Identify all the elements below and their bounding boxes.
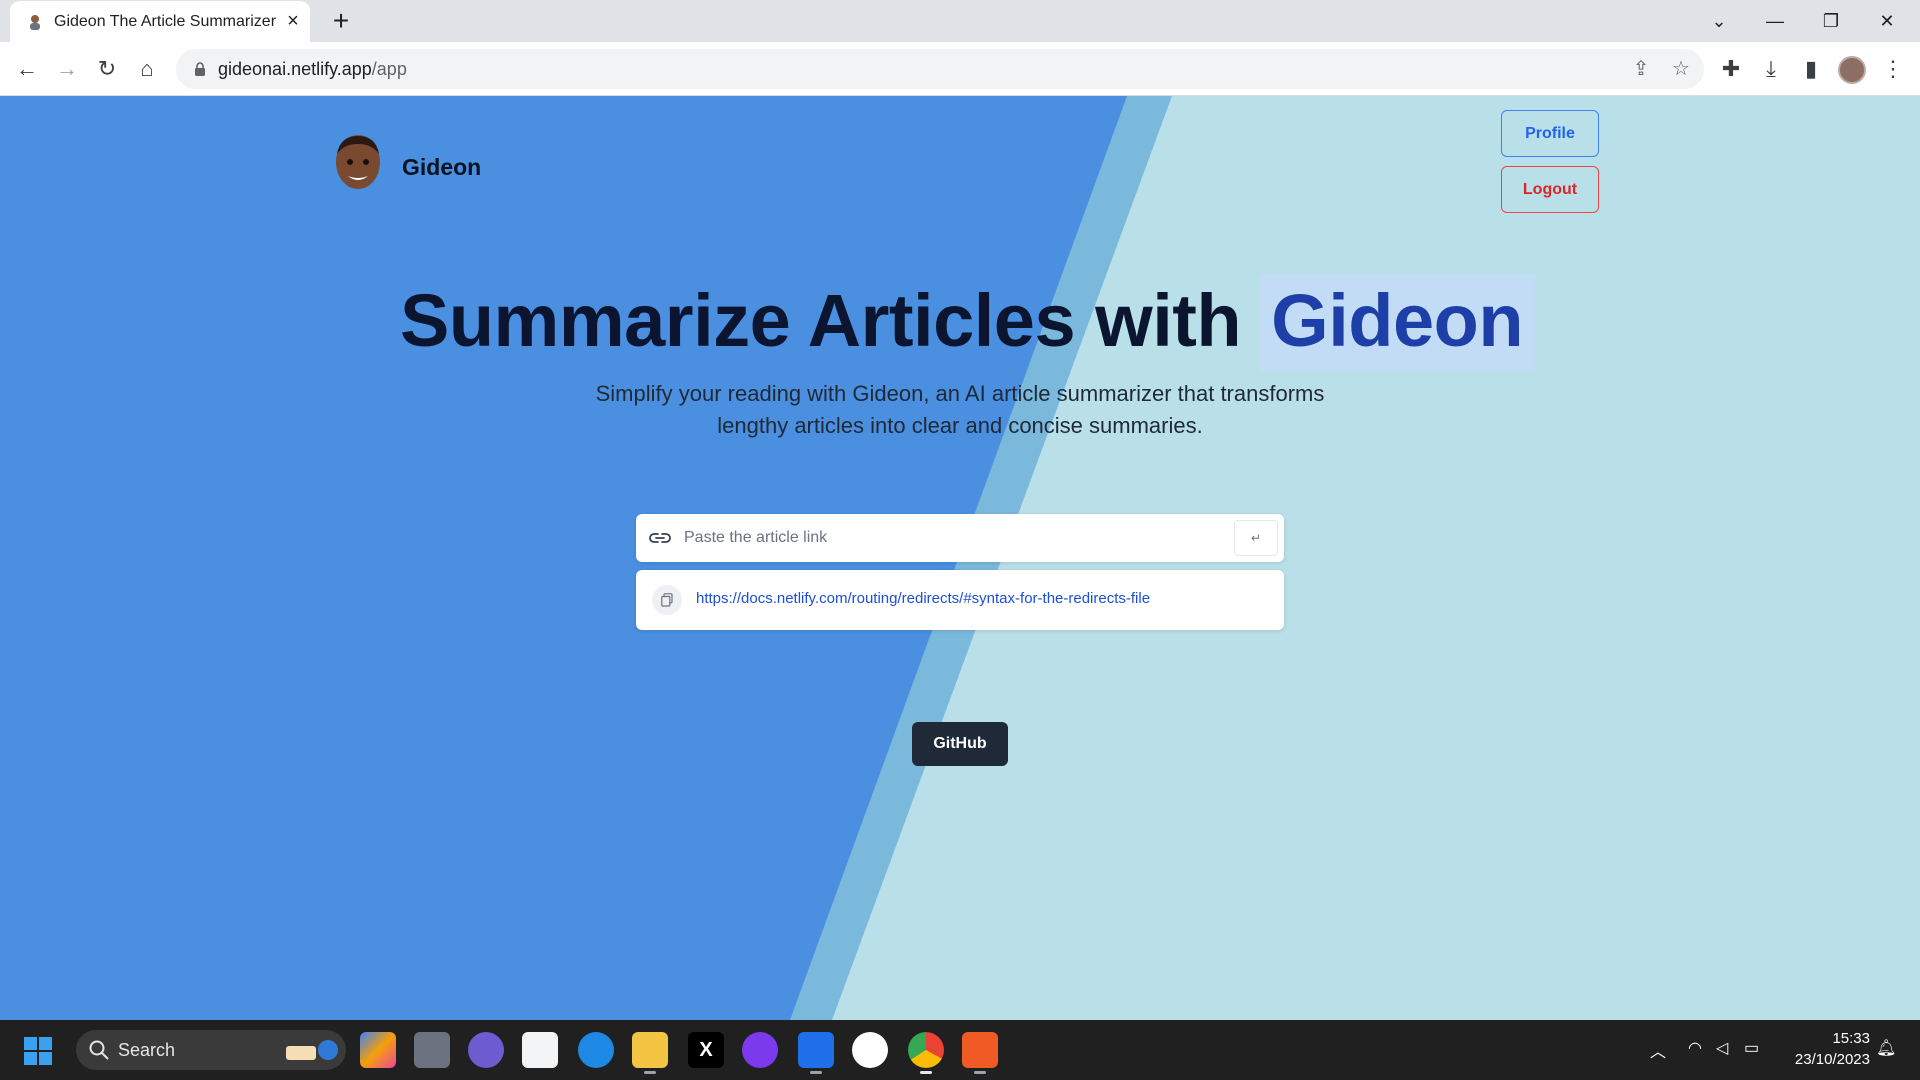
new-tab-button[interactable]: + — [325, 6, 357, 38]
tab-title: Gideon The Article Summarizer — [54, 13, 277, 30]
share-icon[interactable]: ⇪ — [1626, 54, 1656, 84]
wifi-icon[interactable]: ◠ — [1688, 1038, 1702, 1058]
back-arrow-icon[interactable]: ← — [12, 54, 42, 84]
clock-time: 15:33 — [1832, 1030, 1870, 1047]
hero-title-highlight: Gideon — [1259, 274, 1536, 371]
subtitle-line-2: lengthy articles into clear and concise … — [717, 413, 1203, 438]
copilot-icon[interactable] — [360, 1032, 396, 1068]
github-button[interactable]: GitHub — [912, 722, 1008, 766]
hero-subtitle: Simplify your reading with Gideon, an AI… — [560, 378, 1360, 442]
search-icon — [89, 1040, 109, 1060]
copy-icon — [661, 593, 673, 607]
brave-icon[interactable] — [962, 1032, 998, 1074]
volume-icon[interactable]: ◁ — [1716, 1038, 1728, 1058]
taskbar-search-label: Search — [118, 1040, 176, 1060]
profile-button[interactable]: Profile — [1501, 110, 1599, 157]
history-url[interactable]: https://docs.netlify.com/routing/redirec… — [696, 590, 1150, 607]
side-panel-icon[interactable]: ▮ — [1796, 54, 1826, 84]
browser-toolbar: ← → ↻ ⌂ gideonai.netlify.app/app ⇪ ☆ ✚ ⤓… — [0, 42, 1920, 96]
windows-taskbar: Search X ︿ ◠ ◁ ▭ 15:33 23/10/2023 🔔︎ — [0, 1020, 1920, 1080]
history-item[interactable]: https://docs.netlify.com/routing/redirec… — [636, 570, 1284, 630]
url-path: /app — [371, 59, 407, 79]
edge-icon[interactable] — [578, 1032, 614, 1068]
running-indicator — [644, 1071, 656, 1074]
browser-tab-bar: Gideon The Article Summarizer × + ⌄ — ❐ … — [0, 0, 1920, 42]
forward-arrow-icon[interactable]: → — [52, 54, 82, 84]
battery-icon[interactable]: ▭ — [1744, 1038, 1759, 1058]
logout-button[interactable]: Logout — [1501, 166, 1599, 213]
running-indicator — [974, 1071, 986, 1074]
close-window-icon[interactable]: ✕ — [1864, 6, 1910, 36]
lock-icon — [195, 62, 205, 76]
reload-icon[interactable]: ↻ — [92, 54, 122, 84]
vscode-icon[interactable] — [798, 1032, 834, 1074]
profile-avatar-icon[interactable] — [1838, 56, 1866, 84]
article-link-form: ↵ — [636, 514, 1284, 562]
close-tab-icon[interactable]: × — [282, 10, 304, 32]
url-text: gideonai.netlify.app/app — [218, 59, 407, 80]
app-page: Gideon Profile Logout Summarize Articles… — [0, 96, 1920, 1020]
hero-title-text: Summarize Articles with — [400, 279, 1242, 362]
store-icon[interactable] — [522, 1032, 558, 1068]
submit-button[interactable]: ↵ — [1234, 520, 1278, 556]
gideon-favicon-icon — [30, 15, 40, 30]
taskbar-clock[interactable]: 15:33 23/10/2023 — [1780, 1028, 1870, 1070]
file-explorer-icon[interactable] — [632, 1032, 668, 1074]
notification-bell-icon[interactable]: 🔔︎ — [1876, 1038, 1896, 1058]
bookmark-star-icon[interactable]: ☆ — [1666, 54, 1696, 84]
menu-kebab-icon[interactable]: ⋮ — [1878, 54, 1908, 84]
slack-icon[interactable] — [852, 1032, 888, 1068]
search-highlight-art-icon — [286, 1040, 338, 1060]
subtitle-line-1: Simplify your reading with Gideon, an AI… — [595, 381, 1325, 406]
download-icon[interactable]: ⤓ — [1756, 54, 1786, 84]
extensions-puzzle-icon[interactable]: ✚ — [1716, 54, 1746, 84]
github-desktop-icon[interactable] — [742, 1032, 778, 1068]
article-link-input[interactable] — [682, 518, 1222, 558]
clock-date: 23/10/2023 — [1794, 1051, 1870, 1068]
restore-icon[interactable]: ❐ — [1808, 6, 1854, 36]
chrome-icon[interactable] — [908, 1032, 944, 1074]
brand-name: Gideon — [402, 154, 482, 180]
task-view-icon[interactable] — [414, 1032, 450, 1068]
link-icon — [649, 533, 671, 543]
hero-title: Summarize Articles with Gideon — [400, 274, 1536, 371]
address-bar[interactable]: gideonai.netlify.app/app ⇪ ☆ — [176, 49, 1704, 89]
windows-start-icon[interactable] — [24, 1037, 52, 1065]
home-icon[interactable]: ⌂ — [132, 54, 162, 84]
teams-icon[interactable] — [468, 1032, 504, 1068]
running-indicator — [920, 1071, 932, 1074]
browser-tab[interactable]: Gideon The Article Summarizer × — [10, 1, 310, 42]
memoji-avatar-icon — [336, 135, 380, 189]
tray-chevron-up-icon[interactable]: ︿ — [1650, 1038, 1666, 1062]
taskbar-search[interactable]: Search — [76, 1030, 346, 1070]
x-icon[interactable]: X — [688, 1032, 724, 1068]
copy-button[interactable] — [652, 585, 682, 615]
url-domain: gideonai.netlify.app — [218, 59, 372, 79]
minimize-icon[interactable]: — — [1752, 6, 1798, 36]
running-indicator — [810, 1071, 822, 1074]
tab-search-chevron-icon[interactable]: ⌄ — [1696, 6, 1742, 36]
